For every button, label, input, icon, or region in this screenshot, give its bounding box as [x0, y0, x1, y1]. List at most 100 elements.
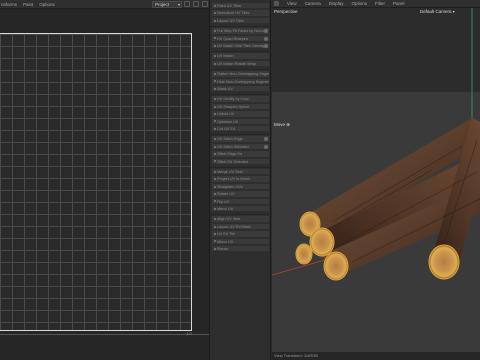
uv-tool-button[interactable]: Straighten UVs — [212, 183, 269, 191]
uv-tool-label: UV Match Rotate Wrap — [217, 61, 256, 66]
uv-tool-button[interactable]: UV Sharpen Spline — [212, 103, 269, 111]
uv-tool-label: UV Quad Sharpen — [217, 36, 249, 41]
viewport-menu-filter[interactable]: Filter — [375, 1, 385, 6]
viewport-menu-panel[interactable]: Panel — [393, 1, 405, 6]
uv-tool-label: Paint UV Tiles — [217, 4, 241, 8]
uv-tool-label: Stitch Edge Ed — [217, 152, 243, 157]
uv-tool-label: Full Map Fit Faces by Normal — [217, 29, 267, 34]
uv-tool-button[interactable]: UV Match Rotate Wrap — [212, 60, 269, 68]
uv-tool-button[interactable]: Optimize UV — [212, 118, 269, 125]
uv-corner-value: 1.0 — [186, 331, 192, 336]
uv-tool-button[interactable]: UV Gridify by Crop — [212, 96, 269, 103]
uv-tool-label: Flip UV — [217, 199, 230, 204]
viewport-scene[interactable] — [272, 0, 480, 360]
viewport-menu-icon[interactable] — [274, 1, 279, 6]
uv-tool-label: Flatten Non-Overlapping Segments — [217, 72, 269, 77]
uv-tool-button[interactable]: Unfold UV — [212, 111, 269, 118]
uv-tool-button[interactable]: Merge UV Sets — [212, 169, 269, 176]
uv-tool-button[interactable]: Project UV to Mesh — [212, 176, 269, 183]
uv-tool-button[interactable]: UV Match — [212, 53, 269, 60]
uv-tool-button[interactable]: Rotate UV — [212, 191, 269, 198]
viewport-tool-label: Move ⊕ — [274, 122, 290, 128]
uv-tool-button[interactable]: Layout UV Ed Mesh — [212, 223, 269, 231]
viewport-pane[interactable]: View Camera Display Options Filter Panel… — [272, 0, 480, 360]
uv-tool-button[interactable]: Align UV Sets — [212, 216, 269, 223]
option-box-icon[interactable] — [264, 29, 268, 34]
uv-tool-button[interactable]: Hide Non-Overlapping Segments — [212, 78, 269, 85]
option-box-icon[interactable] — [264, 137, 268, 142]
uv-tool-button[interactable]: Mirror UV — [212, 206, 269, 213]
uv-tool-button[interactable]: Paint UV Tiles — [212, 3, 269, 10]
uv-tool-label: UV Ed Tile — [217, 232, 235, 237]
uv-frame-icon[interactable] — [184, 1, 190, 7]
uv-grid-canvas[interactable] — [0, 33, 192, 331]
uv-menu-options[interactable]: Options — [39, 2, 55, 7]
uv-tool-button[interactable]: Planar — [212, 246, 269, 253]
uv-tool-label: Mirror UV — [217, 207, 234, 211]
uv-tool-button[interactable]: Flip UV — [212, 198, 269, 205]
uv-tool-label: Rotate UV — [217, 192, 235, 197]
viewport-menu-camera[interactable]: Camera — [305, 1, 321, 6]
option-box-icon[interactable] — [264, 36, 268, 41]
uv-tool-button[interactable]: Normalize UV Tiles — [212, 10, 269, 17]
log-end-2[interactable] — [309, 227, 335, 257]
uv-tool-button[interactable]: Flatten Non-Overlapping Segments — [212, 71, 269, 78]
uv-tool-label: UV Stitch Selected — [217, 144, 249, 149]
uv-menu-transforms[interactable]: nsforms — [1, 2, 17, 7]
tools-group-divider — [210, 26, 272, 28]
tools-group-divider — [210, 214, 272, 216]
viewport-view-label: Perspective — [274, 9, 298, 14]
viewport-camera-label: Default Camera — [420, 9, 452, 14]
uv-tool-button[interactable]: Stitch Ed Selected — [212, 158, 269, 165]
uv-tool-label: Hide Non-Overlapping Segments — [217, 79, 269, 84]
log-end-4[interactable] — [323, 251, 349, 281]
uv-tool-label: Normalize UV Tiles — [217, 11, 250, 16]
uv-tool-label: UV Sharpen Spline — [217, 104, 250, 109]
uv-tool-label: UV Gridify by Crop — [217, 97, 249, 102]
chevron-down-icon: ▾ — [452, 9, 455, 14]
viewport-camera-dropdown[interactable]: Default Camera ▾ — [420, 9, 455, 14]
log-end-5[interactable] — [428, 244, 460, 280]
uv-tool-button[interactable]: Stitch Edge Ed — [212, 151, 269, 158]
uv-tool-label: Layout UV Tiles — [217, 18, 244, 23]
tools-group-divider — [210, 69, 272, 71]
tools-group-divider — [210, 51, 272, 53]
uv-tool-button[interactable]: Mirror UV — [212, 238, 269, 245]
viewport-status-bar: View Transform: 1/sRGB — [272, 352, 480, 360]
uv-project-dropdown[interactable]: Project ▾ — [152, 0, 182, 8]
move-tool-label: Move — [274, 122, 286, 127]
option-box-icon[interactable] — [264, 44, 268, 48]
uv-editor-pane: nsforms Paint Options Project ▾ 1.0 — [0, 0, 209, 360]
uv-tool-button[interactable]: Stack UV — [212, 86, 269, 93]
tools-group-divider — [210, 134, 272, 136]
uv-tool-button[interactable]: UV Match Grid Tiles Overlay — [212, 43, 269, 50]
viewport-menu-options[interactable]: Options — [351, 1, 367, 6]
uv-horizontal-divider — [0, 334, 209, 335]
uv-tool-button[interactable]: UV Stitch Edge — [212, 136, 269, 143]
uv-menu-paint[interactable]: Paint — [23, 2, 33, 7]
uv-tool-label: Unfold UV — [217, 112, 235, 117]
uv-tool-label: Project UV to Mesh — [217, 177, 250, 182]
uv-tool-button[interactable]: Full Map Fit Faces by Normal — [212, 28, 269, 35]
uv-tool-button[interactable]: UV Stitch Selected — [212, 143, 269, 151]
uv-tool-label: UV Match — [217, 54, 234, 59]
viewport-menu-display[interactable]: Display — [329, 1, 344, 6]
uv-tool-button[interactable]: UV Ed Tile — [212, 231, 269, 238]
uv-tool-button[interactable]: Cut UV Ed — [212, 126, 269, 133]
option-box-icon[interactable] — [264, 144, 268, 149]
uv-tool-button[interactable]: UV Quad Sharpen — [212, 35, 269, 42]
uv-tool-label: Stitch Ed Selected — [217, 159, 249, 164]
uv-tool-label: Mirror UV — [217, 239, 234, 244]
move-tool-icon[interactable]: ⊕ — [286, 122, 290, 127]
uv-tool-label: UV Stitch Edge — [217, 137, 243, 142]
uv-grid-toggle-icon[interactable] — [193, 1, 199, 7]
uv-tools-panel: Paint UV Tiles Normalize UV Tiles Layout U… — [209, 0, 272, 360]
uv-tool-label: Stack UV — [217, 87, 233, 91]
uv-tool-button[interactable]: Layout UV Tiles — [212, 17, 269, 25]
log-end-3[interactable] — [295, 243, 313, 265]
chevron-down-icon: ▾ — [177, 1, 180, 7]
uv-checker-icon[interactable] — [202, 1, 208, 7]
uv-tool-label: Optimize UV — [217, 119, 239, 124]
viewport-menu-view[interactable]: View — [287, 1, 297, 6]
uv-tool-label: Layout UV Ed Mesh — [217, 224, 251, 229]
